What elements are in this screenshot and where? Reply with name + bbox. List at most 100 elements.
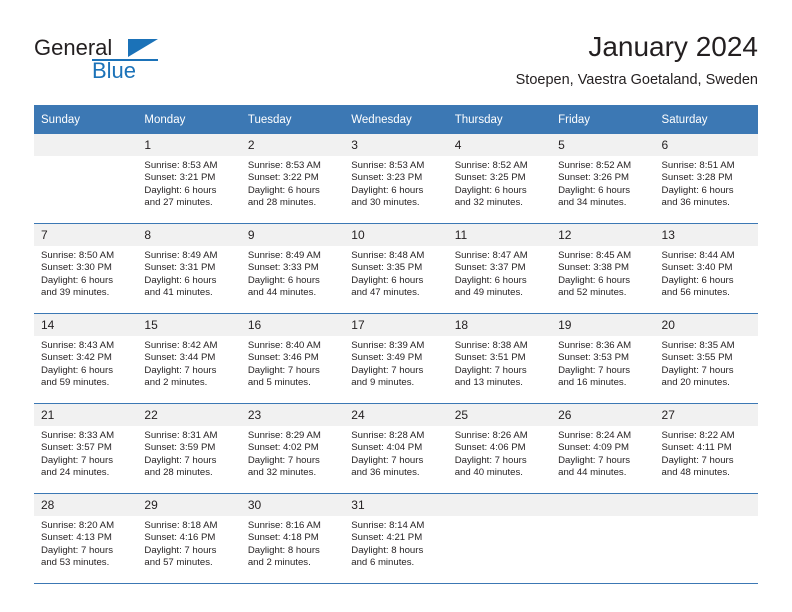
calendar-cell[interactable] — [34, 134, 138, 224]
calendar-cell[interactable]: 13 Sunrise: 8:44 AM Sunset: 3:40 PM Dayl… — [654, 223, 758, 314]
day-cell[interactable]: 2 Sunrise: 8:53 AM Sunset: 3:22 PM Dayli… — [240, 134, 345, 223]
day-cell[interactable]: 25 Sunrise: 8:26 AM Sunset: 4:06 PM Dayl… — [447, 404, 552, 493]
calendar-cell[interactable]: 15 Sunrise: 8:42 AM Sunset: 3:44 PM Dayl… — [137, 313, 241, 404]
calendar-cell[interactable]: 10 Sunrise: 8:48 AM Sunset: 3:35 PM Dayl… — [344, 223, 448, 314]
day-cell[interactable]: 7 Sunrise: 8:50 AM Sunset: 3:30 PM Dayli… — [34, 224, 138, 313]
calendar-cell[interactable]: 27 Sunrise: 8:22 AM Sunset: 4:11 PM Dayl… — [654, 403, 758, 494]
day-cell[interactable]: 17 Sunrise: 8:39 AM Sunset: 3:49 PM Dayl… — [344, 314, 448, 403]
calendar-cell[interactable]: 4 Sunrise: 8:52 AM Sunset: 3:25 PM Dayli… — [447, 134, 552, 224]
day-cell[interactable]: 28 Sunrise: 8:20 AM Sunset: 4:13 PM Dayl… — [34, 494, 138, 583]
day-cell[interactable]: 31 Sunrise: 8:14 AM Sunset: 4:21 PM Dayl… — [344, 494, 448, 583]
day-info: Sunrise: 8:49 AM Sunset: 3:33 PM Dayligh… — [241, 246, 344, 300]
day-cell[interactable]: 1 Sunrise: 8:53 AM Sunset: 3:21 PM Dayli… — [137, 134, 241, 223]
page-subtitle: Stoepen, Vaestra Goetaland, Sweden — [515, 72, 758, 88]
day-number: 26 — [551, 404, 655, 426]
day-cell[interactable]: 18 Sunrise: 8:38 AM Sunset: 3:51 PM Dayl… — [447, 314, 552, 403]
day-number: 17 — [344, 314, 448, 336]
calendar-cell[interactable]: 20 Sunrise: 8:35 AM Sunset: 3:55 PM Dayl… — [654, 313, 758, 404]
calendar-cell[interactable]: 28 Sunrise: 8:20 AM Sunset: 4:13 PM Dayl… — [34, 493, 138, 584]
day-cell[interactable]: 10 Sunrise: 8:48 AM Sunset: 3:35 PM Dayl… — [344, 224, 448, 313]
sunrise-text: Sunrise: 8:42 AM — [144, 340, 218, 351]
day-cell[interactable]: 12 Sunrise: 8:45 AM Sunset: 3:38 PM Dayl… — [551, 224, 655, 313]
calendar-cell[interactable]: 5 Sunrise: 8:52 AM Sunset: 3:26 PM Dayli… — [551, 134, 655, 224]
day-cell[interactable]: 16 Sunrise: 8:40 AM Sunset: 3:46 PM Dayl… — [240, 314, 345, 403]
day-cell[interactable] — [34, 134, 138, 223]
daylight-text-line2: and 24 minutes. — [41, 467, 110, 479]
sunrise-text: Sunrise: 8:43 AM — [41, 340, 115, 351]
daylight-text-line1: Daylight: 6 hours — [351, 274, 424, 286]
calendar-cell[interactable]: 26 Sunrise: 8:24 AM Sunset: 4:09 PM Dayl… — [551, 403, 655, 494]
day-cell[interactable]: 20 Sunrise: 8:35 AM Sunset: 3:55 PM Dayl… — [654, 314, 758, 403]
day-cell[interactable]: 24 Sunrise: 8:28 AM Sunset: 4:04 PM Dayl… — [344, 404, 448, 493]
calendar-cell[interactable]: 29 Sunrise: 8:18 AM Sunset: 4:16 PM Dayl… — [137, 493, 241, 584]
day-cell[interactable]: 27 Sunrise: 8:22 AM Sunset: 4:11 PM Dayl… — [654, 404, 758, 493]
day-number: 22 — [137, 404, 241, 426]
sunrise-text: Sunrise: 8:29 AM — [247, 430, 321, 441]
calendar-cell[interactable] — [654, 493, 758, 584]
calendar-cell[interactable]: 14 Sunrise: 8:43 AM Sunset: 3:42 PM Dayl… — [34, 313, 138, 404]
calendar-cell[interactable]: 9 Sunrise: 8:49 AM Sunset: 3:33 PM Dayli… — [240, 223, 345, 314]
calendar-cell[interactable]: 30 Sunrise: 8:16 AM Sunset: 4:18 PM Dayl… — [240, 493, 345, 584]
page-title: January 2024 — [588, 31, 758, 62]
day-cell[interactable]: 29 Sunrise: 8:18 AM Sunset: 4:16 PM Dayl… — [137, 494, 241, 583]
day-cell[interactable]: 22 Sunrise: 8:31 AM Sunset: 3:59 PM Dayl… — [137, 404, 241, 493]
day-cell[interactable]: 11 Sunrise: 8:47 AM Sunset: 3:37 PM Dayl… — [447, 224, 552, 313]
day-number: 8 — [137, 224, 241, 246]
day-cell[interactable]: 13 Sunrise: 8:44 AM Sunset: 3:40 PM Dayl… — [654, 224, 758, 313]
day-cell[interactable] — [551, 494, 655, 583]
day-cell[interactable] — [654, 494, 758, 583]
day-number — [34, 134, 138, 156]
day-cell[interactable]: 19 Sunrise: 8:36 AM Sunset: 3:53 PM Dayl… — [551, 314, 655, 403]
calendar-table: Sunday Monday Tuesday Wednesday Thursday… — [34, 105, 758, 584]
sunrise-text: Sunrise: 8:18 AM — [144, 520, 218, 531]
calendar-cell[interactable]: 25 Sunrise: 8:26 AM Sunset: 4:06 PM Dayl… — [447, 403, 552, 494]
day-cell[interactable]: 3 Sunrise: 8:53 AM Sunset: 3:23 PM Dayli… — [344, 134, 448, 223]
sunset-text: Sunset: 4:18 PM — [247, 532, 319, 544]
day-cell[interactable]: 14 Sunrise: 8:43 AM Sunset: 3:42 PM Dayl… — [34, 314, 138, 403]
calendar-cell[interactable]: 18 Sunrise: 8:38 AM Sunset: 3:51 PM Dayl… — [447, 313, 552, 404]
day-cell[interactable]: 8 Sunrise: 8:49 AM Sunset: 3:31 PM Dayli… — [137, 224, 241, 313]
sunrise-text: Sunrise: 8:24 AM — [558, 430, 632, 441]
brand-logo: General Blue — [34, 36, 254, 92]
calendar-cell[interactable]: 11 Sunrise: 8:47 AM Sunset: 3:37 PM Dayl… — [447, 223, 552, 314]
day-cell[interactable]: 4 Sunrise: 8:52 AM Sunset: 3:25 PM Dayli… — [447, 134, 552, 223]
weekday-header-wednesday: Wednesday — [344, 105, 448, 134]
day-info: Sunrise: 8:20 AM Sunset: 4:13 PM Dayligh… — [34, 516, 137, 570]
calendar-cell[interactable]: 21 Sunrise: 8:33 AM Sunset: 3:57 PM Dayl… — [34, 403, 138, 494]
calendar-cell[interactable]: 3 Sunrise: 8:53 AM Sunset: 3:23 PM Dayli… — [344, 134, 448, 224]
daylight-text-line2: and 56 minutes. — [661, 287, 730, 299]
calendar-cell[interactable]: 16 Sunrise: 8:40 AM Sunset: 3:46 PM Dayl… — [240, 313, 345, 404]
calendar-cell[interactable]: 17 Sunrise: 8:39 AM Sunset: 3:49 PM Dayl… — [344, 313, 448, 404]
day-cell[interactable]: 15 Sunrise: 8:42 AM Sunset: 3:44 PM Dayl… — [137, 314, 241, 403]
day-cell[interactable]: 21 Sunrise: 8:33 AM Sunset: 3:57 PM Dayl… — [34, 404, 138, 493]
day-cell[interactable]: 6 Sunrise: 8:51 AM Sunset: 3:28 PM Dayli… — [654, 134, 758, 223]
calendar-cell[interactable]: 6 Sunrise: 8:51 AM Sunset: 3:28 PM Dayli… — [654, 134, 758, 224]
calendar-cell[interactable] — [447, 493, 552, 584]
calendar-cell[interactable]: 7 Sunrise: 8:50 AM Sunset: 3:30 PM Dayli… — [34, 223, 138, 314]
day-cell[interactable]: 9 Sunrise: 8:49 AM Sunset: 3:33 PM Dayli… — [240, 224, 345, 313]
weekday-header-monday: Monday — [137, 105, 241, 134]
daylight-text-line1: Daylight: 6 hours — [144, 184, 217, 196]
weekday-header-friday: Friday — [551, 105, 655, 134]
day-cell[interactable]: 5 Sunrise: 8:52 AM Sunset: 3:26 PM Dayli… — [551, 134, 655, 223]
day-cell[interactable]: 26 Sunrise: 8:24 AM Sunset: 4:09 PM Dayl… — [551, 404, 655, 493]
sunset-text: Sunset: 3:26 PM — [558, 172, 630, 184]
calendar-cell[interactable]: 1 Sunrise: 8:53 AM Sunset: 3:21 PM Dayli… — [137, 134, 241, 224]
day-info: Sunrise: 8:50 AM Sunset: 3:30 PM Dayligh… — [34, 246, 137, 300]
calendar-cell[interactable] — [551, 493, 655, 584]
sunset-text: Sunset: 4:21 PM — [351, 532, 423, 544]
calendar-cell[interactable]: 23 Sunrise: 8:29 AM Sunset: 4:02 PM Dayl… — [240, 403, 345, 494]
calendar-cell[interactable]: 2 Sunrise: 8:53 AM Sunset: 3:22 PM Dayli… — [240, 134, 345, 224]
calendar-cell[interactable]: 24 Sunrise: 8:28 AM Sunset: 4:04 PM Dayl… — [344, 403, 448, 494]
calendar-cell[interactable]: 12 Sunrise: 8:45 AM Sunset: 3:38 PM Dayl… — [551, 223, 655, 314]
day-cell[interactable]: 30 Sunrise: 8:16 AM Sunset: 4:18 PM Dayl… — [240, 494, 345, 583]
calendar-cell[interactable]: 22 Sunrise: 8:31 AM Sunset: 3:59 PM Dayl… — [137, 403, 241, 494]
day-info: Sunrise: 8:22 AM Sunset: 4:11 PM Dayligh… — [655, 426, 758, 480]
day-cell[interactable] — [447, 494, 552, 583]
calendar-cell[interactable]: 31 Sunrise: 8:14 AM Sunset: 4:21 PM Dayl… — [344, 493, 448, 584]
sunset-text: Sunset: 3:53 PM — [558, 352, 630, 364]
day-number: 2 — [240, 134, 345, 156]
day-cell[interactable]: 23 Sunrise: 8:29 AM Sunset: 4:02 PM Dayl… — [240, 404, 345, 493]
calendar-cell[interactable]: 19 Sunrise: 8:36 AM Sunset: 3:53 PM Dayl… — [551, 313, 655, 404]
calendar-cell[interactable]: 8 Sunrise: 8:49 AM Sunset: 3:31 PM Dayli… — [137, 223, 241, 314]
